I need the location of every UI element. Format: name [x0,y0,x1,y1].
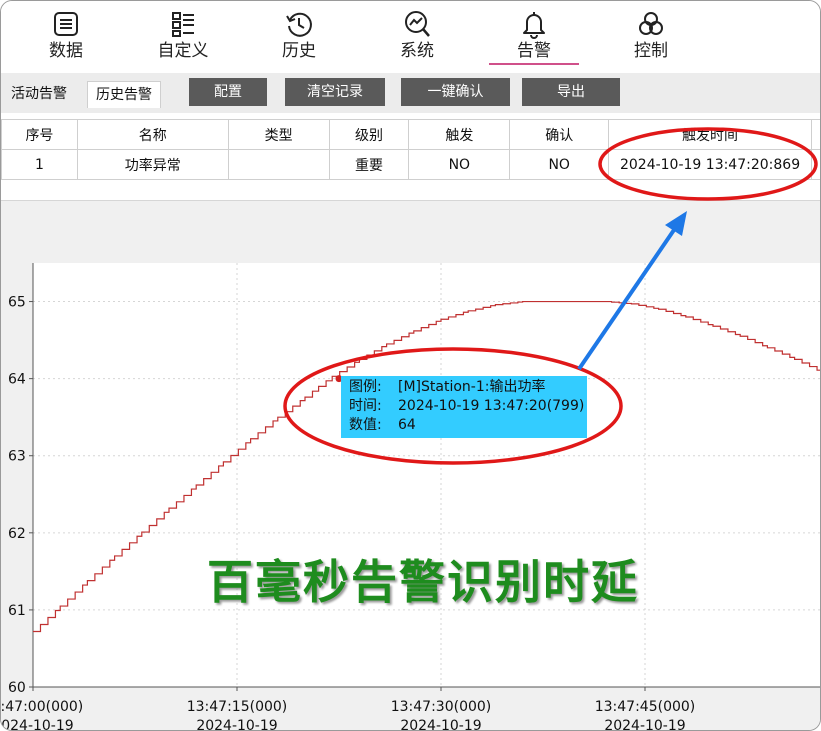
y-tick-label: 64 [8,372,26,388]
y-tick-label: 60 [8,680,26,696]
tooltip-time-row: 时间: 2024-10-19 13:47:20(799) [349,397,587,416]
plot-background [33,263,820,687]
x-tick-label: 13:47:30(000) [391,699,492,715]
y-tick-label: 65 [8,295,26,311]
tooltip-legend-key: 图例: [349,379,382,395]
x-tick-label: 13:47:45(000) [595,699,696,715]
x-tick-date-label: 2024-10-19 [1,718,74,731]
data-tooltip: 图例: [M]Station-1:输出功率 时间: 2024-10-19 13:47… [341,376,587,438]
x-tick-label: 13:47:15(000) [187,699,288,715]
x-tick-date-label: 2024-10-19 [400,718,481,731]
tooltip-time-value: 2024-10-19 13:47:20(799) [398,398,585,414]
x-tick-date-label: 2024-10-19 [196,718,277,731]
app-window: 数据 自定义 历史 系统 告警 控制 活动告警 历史告警 配置 清空记录 一键确… [0,0,821,731]
y-tick-label: 61 [8,603,26,619]
x-tick-label: 13:47:00(000) [1,699,83,715]
chart-svg: 60 61 62 63 64 65 13:47:00(000) 2024-10-19 13:47… [1,263,820,731]
tooltip-legend-value: [M]Station-1:输出功率 [398,379,546,395]
x-tick-date-label: 2024-10-19 [604,718,685,731]
tooltip-legend-row: 图例: [M]Station-1:输出功率 [349,378,587,397]
tooltip-value-value: 64 [398,417,416,433]
y-tick-label: 63 [8,449,26,465]
y-tick-label: 62 [8,526,26,542]
tooltip-time-key: 时间: [349,398,382,414]
headline-caption: 百毫秒告警识别时延 [207,555,639,609]
tooltip-value-key: 数值: [349,417,382,433]
tooltip-value-row: 数值: 64 [349,416,587,435]
